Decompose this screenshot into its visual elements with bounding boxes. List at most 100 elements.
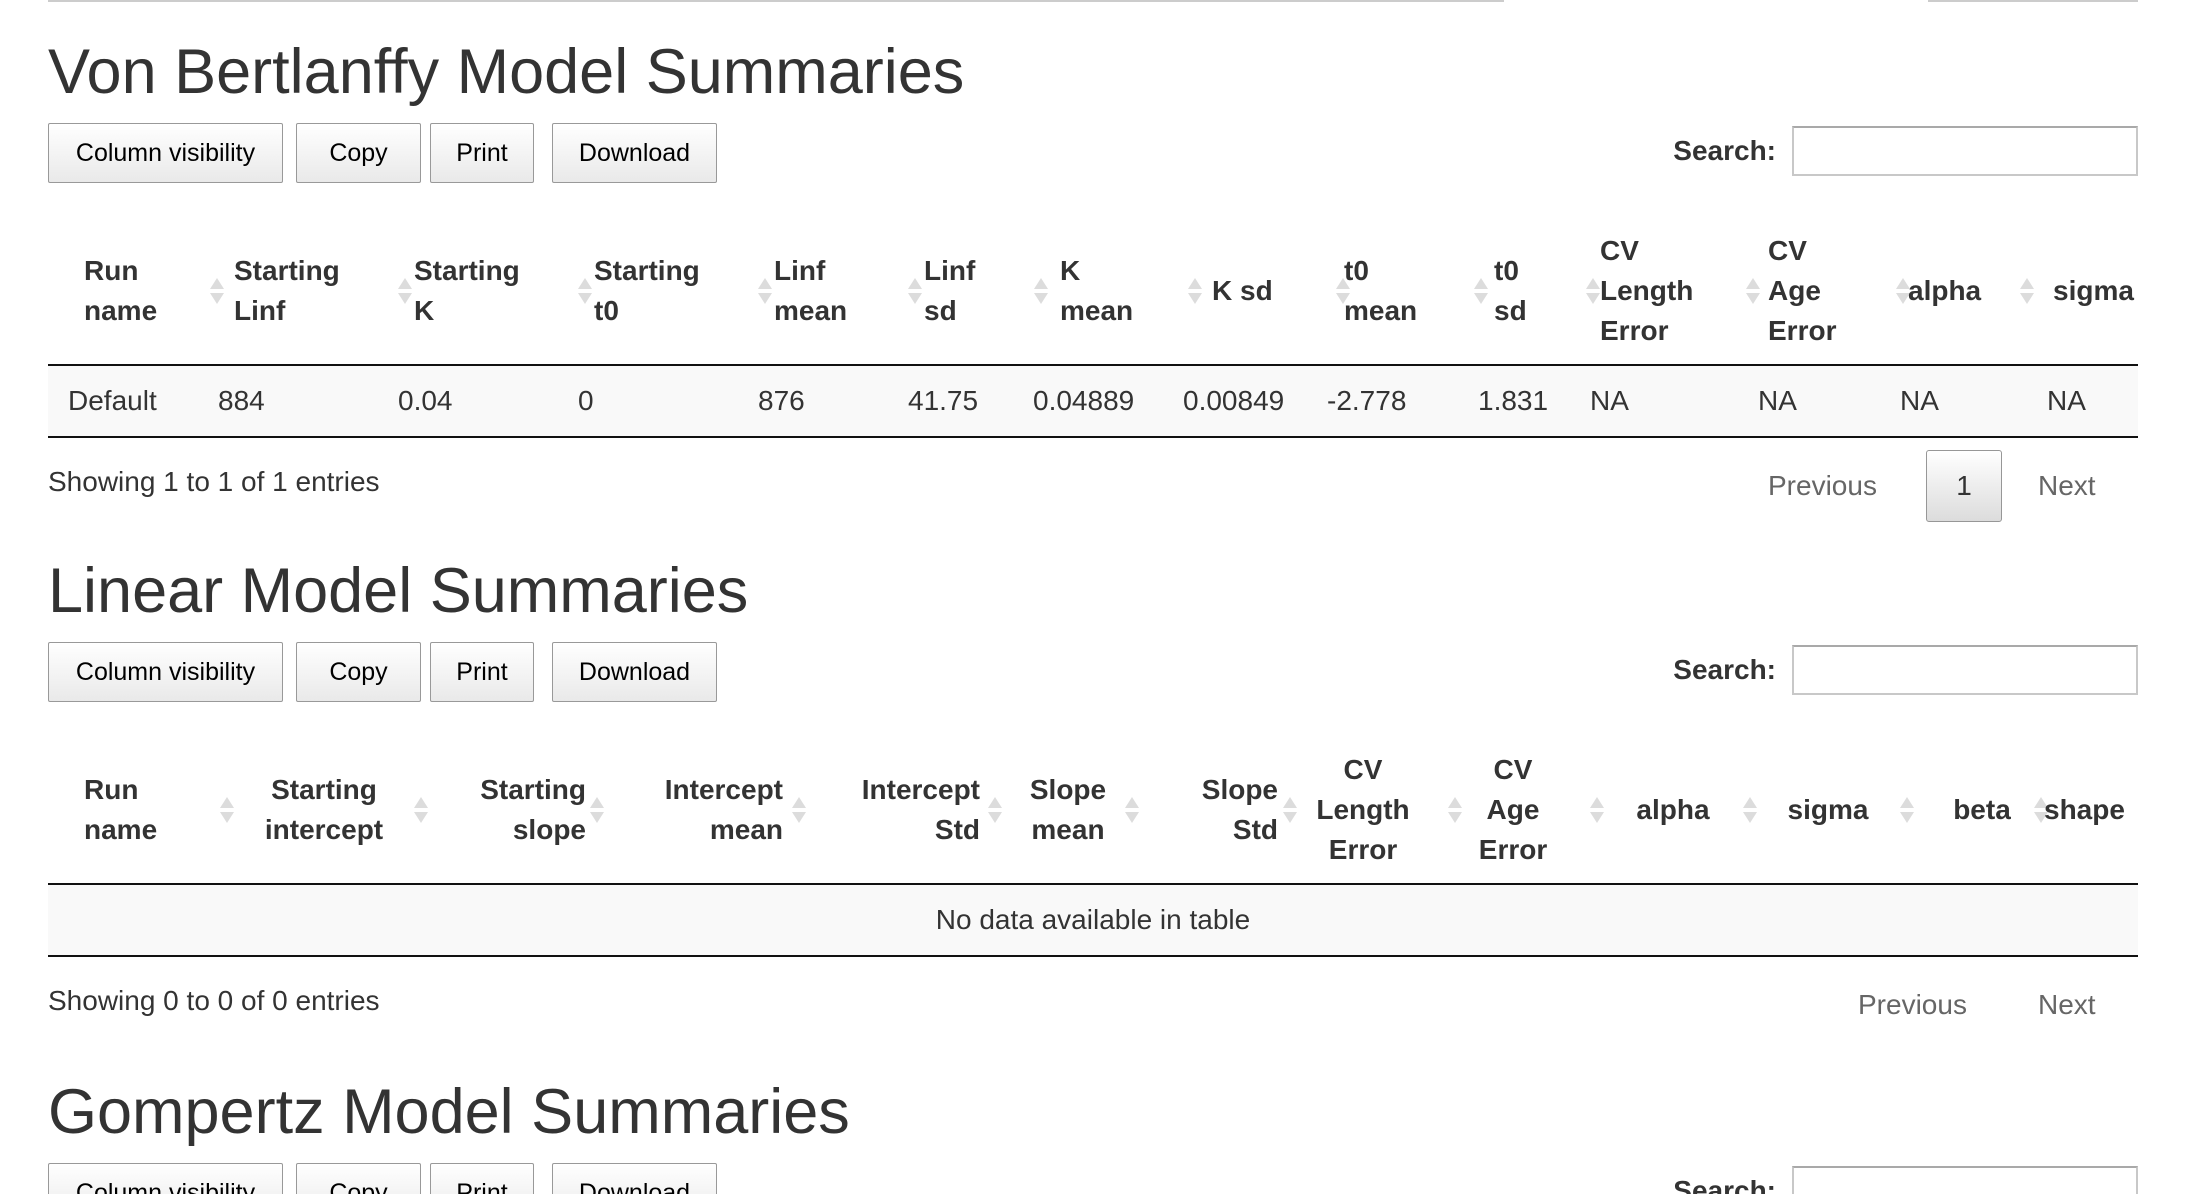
sort-icon — [1474, 274, 1488, 308]
gompertz-section: Gompertz Model Summaries Column visibili… — [48, 1077, 2138, 1194]
sort-icon — [758, 274, 772, 308]
col-beta[interactable]: beta — [1912, 737, 2052, 883]
col-alpha[interactable]: alpha — [1908, 218, 2038, 364]
cell-linf-sd: 41.75 — [908, 385, 979, 416]
col-starting-k[interactable]: Starting K — [414, 218, 594, 364]
divider — [1928, 0, 2138, 2]
col-shape[interactable]: shape — [2044, 737, 2138, 883]
col-cv-age-error[interactable]: CV Age Error — [1448, 737, 1604, 883]
sort-icon — [1034, 274, 1048, 308]
column-visibility-button[interactable]: Column visibility — [48, 642, 283, 702]
col-k-sd[interactable]: K sd — [1212, 218, 1358, 364]
col-intercept-mean[interactable]: Intercept mean — [608, 737, 806, 883]
cell-starting-linf: 884 — [218, 385, 265, 416]
print-button[interactable]: Print — [430, 1163, 534, 1194]
col-k-mean[interactable]: Kmean — [1060, 218, 1212, 364]
table-header: Run name Starting Linf Starting K Starting t… — [48, 218, 2138, 366]
cell-linf-mean: 876 — [758, 385, 805, 416]
column-visibility-button[interactable]: Column visibility — [48, 123, 283, 183]
search-box: Search: — [1673, 1163, 2138, 1194]
sort-icon — [1188, 274, 1202, 308]
sort-icon — [2020, 274, 2034, 308]
copy-button[interactable]: Copy — [296, 642, 421, 702]
col-t0-mean[interactable]: t0 mean — [1344, 218, 1494, 364]
col-intercept-std[interactable]: Intercept Std — [805, 737, 1002, 883]
cell-starting-t0: 0 — [578, 385, 594, 416]
col-cv-length-error[interactable]: CV Length Error — [1288, 737, 1462, 883]
page: Von Bertlanffy Model Summaries Column vi… — [0, 0, 2210, 1194]
search-label: Search: — [1673, 654, 1776, 685]
empty-table-message: No data available in table — [935, 904, 1251, 935]
cell-sigma: NA — [2047, 385, 2086, 416]
search-input[interactable] — [1792, 645, 2138, 695]
pagination-next[interactable]: Next — [2038, 450, 2096, 522]
col-slope-std[interactable]: Slope Std — [1133, 737, 1297, 883]
pagination-page-1[interactable]: 1 — [1926, 450, 2002, 522]
col-linf-sd[interactable]: Linf sd — [924, 218, 1060, 364]
col-cv-length-error[interactable]: CV Length Error — [1600, 218, 1764, 364]
pagination-next[interactable]: Next — [2038, 969, 2096, 1041]
cell-k-sd: 0.00849 — [1183, 385, 1285, 416]
pagination-previous[interactable]: Previous — [1768, 450, 1877, 522]
search-label: Search: — [1673, 135, 1776, 166]
pagination-previous[interactable]: Previous — [1858, 969, 1967, 1041]
previous-section-bottom-edge — [48, 0, 2138, 2]
linear-section: Linear Model Summaries Column visibility… — [48, 556, 2138, 1057]
cell-t0-sd: 1.831 — [1478, 385, 1549, 416]
copy-button[interactable]: Copy — [296, 1163, 421, 1194]
sort-icon — [578, 274, 592, 308]
copy-button[interactable]: Copy — [296, 123, 421, 183]
col-starting-linf[interactable]: Starting Linf — [234, 218, 414, 364]
table-body: No data available in table — [48, 885, 2138, 957]
col-linf-mean[interactable]: Linf mean — [774, 218, 924, 364]
section-title: Von Bertlanffy Model Summaries — [48, 37, 965, 107]
cell-starting-k: 0.04 — [398, 385, 453, 416]
col-starting-slope[interactable]: Starting slope — [418, 737, 604, 883]
col-sigma[interactable]: sigma — [1758, 737, 1914, 883]
search-input[interactable] — [1792, 1166, 2138, 1194]
print-button[interactable]: Print — [430, 123, 534, 183]
col-cv-age-error[interactable]: CV Age Error — [1768, 218, 1918, 364]
cell-t0-mean: -2.778 — [1327, 385, 1407, 416]
table-header: Run name Starting intercept Starting slope … — [48, 737, 2138, 885]
col-starting-intercept[interactable]: Starting intercept — [234, 737, 428, 883]
search-label: Search: — [1673, 1175, 1776, 1194]
sort-icon — [590, 793, 604, 827]
sort-icon — [792, 793, 806, 827]
table-info: Showing 1 to 1 of 1 entries — [48, 466, 380, 497]
sort-icon — [1743, 793, 1757, 827]
col-sigma[interactable]: sigma — [2053, 218, 2138, 364]
cell-alpha: NA — [1900, 385, 1939, 416]
section-title: Linear Model Summaries — [48, 556, 749, 626]
table-body: Default 884 0.04 0 876 41.75 0.04889 0.0… — [48, 366, 2138, 438]
sort-icon — [210, 274, 224, 308]
download-button[interactable]: Download — [552, 642, 717, 702]
search-input[interactable] — [1792, 126, 2138, 176]
cell-k-mean: 0.04889 — [1033, 385, 1135, 416]
section-title: Gompertz Model Summaries — [48, 1077, 850, 1147]
column-visibility-button[interactable]: Column visibility — [48, 1163, 283, 1194]
sort-icon — [908, 274, 922, 308]
col-alpha[interactable]: alpha — [1603, 737, 1757, 883]
sort-icon — [1746, 274, 1760, 308]
col-run-name[interactable]: Run name — [84, 218, 224, 364]
cell-cv-age-error: NA — [1758, 385, 1797, 416]
print-button[interactable]: Print — [430, 642, 534, 702]
col-run-name[interactable]: Run name — [84, 737, 234, 883]
vb-section: Von Bertlanffy Model Summaries Column vi… — [48, 37, 2138, 538]
table-info: Showing 0 to 0 of 0 entries — [48, 985, 380, 1016]
sort-icon — [220, 793, 234, 827]
download-button[interactable]: Download — [552, 123, 717, 183]
sort-icon — [398, 274, 412, 308]
divider — [48, 0, 1504, 2]
pagination: Previous 1 Next — [1768, 450, 2138, 522]
col-starting-t0[interactable]: Starting t0 — [594, 218, 774, 364]
sort-icon — [1586, 274, 1600, 308]
search-box: Search: — [1673, 642, 2138, 698]
col-t0-sd[interactable]: t0 sd — [1494, 218, 1608, 364]
pagination: Previous Next — [1858, 969, 2138, 1041]
sort-icon — [1590, 793, 1604, 827]
download-button[interactable]: Download — [552, 1163, 717, 1194]
cell-run-name: Default — [68, 385, 157, 416]
col-slope-mean[interactable]: Slope mean — [993, 737, 1143, 883]
